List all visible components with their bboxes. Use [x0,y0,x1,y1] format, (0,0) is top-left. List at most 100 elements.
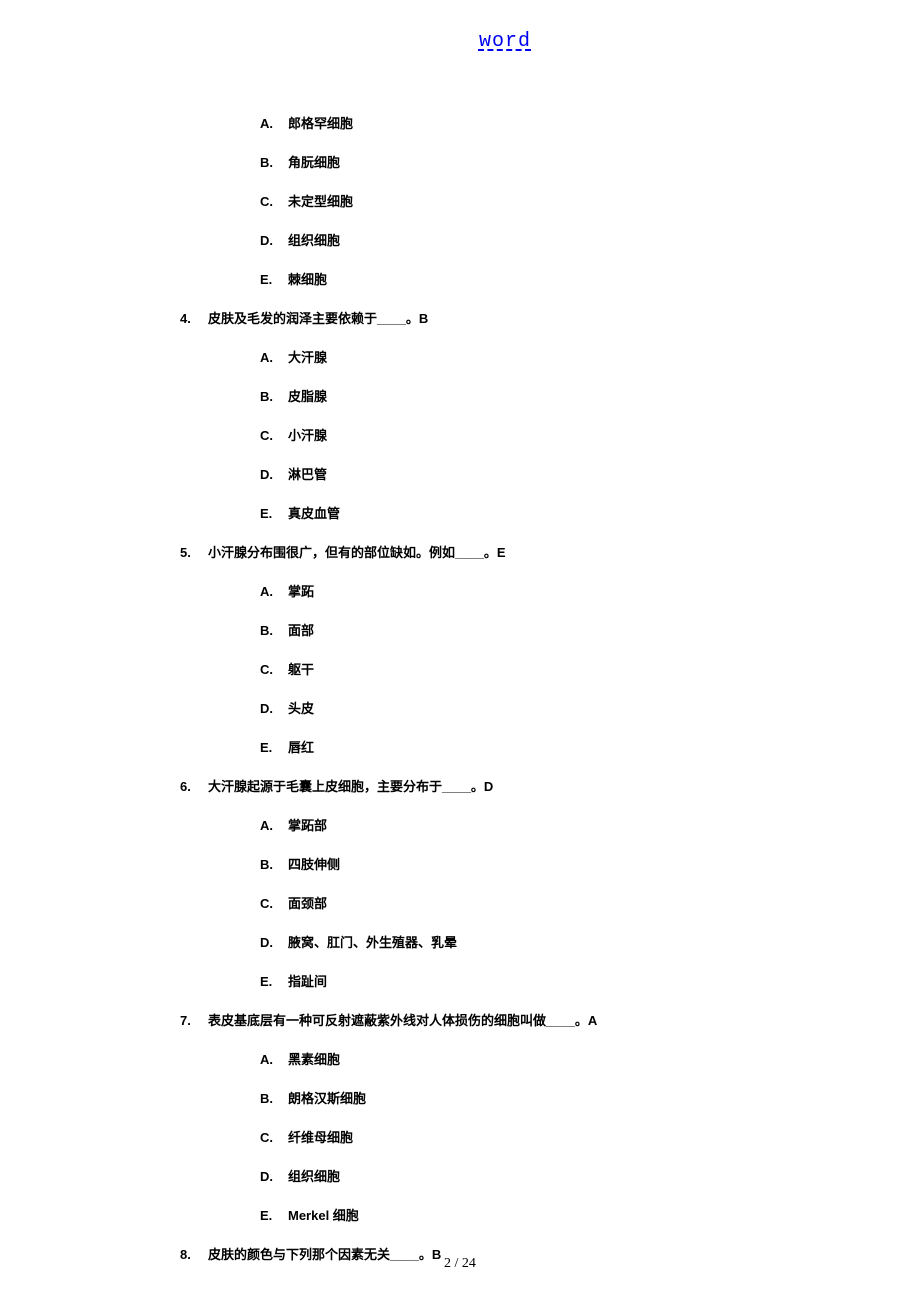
option-letter: C. [260,428,288,443]
option-letter: B. [260,1091,288,1106]
option-e: E.唇红 [260,737,830,756]
option-d: D.组织细胞 [260,230,830,249]
option-b: B.四肢伸侧 [260,854,830,873]
option-text: 头皮 [288,701,314,716]
option-letter: D. [260,935,288,950]
option-letter: B. [260,623,288,638]
question-answer: B [419,311,428,326]
option-text: 角朊细胞 [288,155,340,170]
option-letter: E. [260,1208,288,1223]
option-text: 郎格罕细胞 [288,116,353,131]
option-text: 真皮血管 [288,506,340,521]
option-letter: A. [260,350,288,365]
question-number: 4. [180,311,208,326]
option-letter: A. [260,818,288,833]
q7-options: A.黑素细胞 B.朗格汉斯细胞 C.纤维母细胞 D.组织细胞 E.Merkel … [260,1049,830,1224]
option-text: 四肢伸侧 [288,857,340,872]
question-4: 4.皮肤及毛发的润泽主要依赖于____。B [180,308,830,327]
q6-options: A.掌跖部 B.四肢伸侧 C.面颈部 D.腋窝、肛门、外生殖器、乳晕 E.指趾间 [260,815,830,990]
option-text: 组织细胞 [288,233,340,248]
option-text: 躯干 [288,662,314,677]
question-5: 5.小汗腺分布围很广，但有的部位缺如。例如____。E [180,542,830,561]
option-letter: E. [260,506,288,521]
option-b: B.面部 [260,620,830,639]
option-a: A.大汗腺 [260,347,830,366]
question-text: 小汗腺分布围很广，但有的部位缺如。例如____。 [208,545,497,560]
option-letter: D. [260,467,288,482]
question-text: 表皮基底层有一种可反射遮蔽紫外线对人体损伤的细胞叫做____。 [208,1013,588,1028]
option-text: 指趾间 [288,974,327,989]
question-text: 大汗腺起源于毛囊上皮细胞，主要分布于____。 [208,779,484,794]
document-page: word A.郎格罕细胞 B.角朊细胞 C.未定型细胞 D.组织细胞 E.棘细胞… [0,0,920,1263]
option-text: 掌跖 [288,584,314,599]
option-d: D.淋巴管 [260,464,830,483]
question-number: 6. [180,779,208,794]
option-b: B.朗格汉斯细胞 [260,1088,830,1107]
question-7: 7.表皮基底层有一种可反射遮蔽紫外线对人体损伤的细胞叫做____。A [180,1010,830,1029]
option-e: E.指趾间 [260,971,830,990]
option-text: 未定型细胞 [288,194,353,209]
option-letter: A. [260,1052,288,1067]
option-text: 腋窝、肛门、外生殖器、乳晕 [288,935,457,950]
option-letter: B. [260,155,288,170]
option-text: 纤维母细胞 [288,1130,353,1145]
option-c: C.纤维母细胞 [260,1127,830,1146]
option-text: 小汗腺 [288,428,327,443]
option-letter: B. [260,389,288,404]
option-c: C.躯干 [260,659,830,678]
question-text: 皮肤及毛发的润泽主要依赖于____。 [208,311,419,326]
option-a: A.掌跖 [260,581,830,600]
option-e: E.棘细胞 [260,269,830,288]
option-text: 唇红 [288,740,314,755]
option-letter: E. [260,974,288,989]
option-letter: C. [260,1130,288,1145]
option-letter: C. [260,194,288,209]
option-a: A.掌跖部 [260,815,830,834]
q4-options: A.大汗腺 B.皮脂腺 C.小汗腺 D.淋巴管 E.真皮血管 [260,347,830,522]
q5-options: A.掌跖 B.面部 C.躯干 D.头皮 E.唇红 [260,581,830,756]
option-letter: C. [260,896,288,911]
option-text: 掌跖部 [288,818,327,833]
option-text: 朗格汉斯细胞 [288,1091,366,1106]
question-number: 5. [180,545,208,560]
question-number: 7. [180,1013,208,1028]
option-text: 面部 [288,623,314,638]
option-text: 大汗腺 [288,350,327,365]
option-c: C.面颈部 [260,893,830,912]
option-letter: C. [260,662,288,677]
question-answer: E [497,545,506,560]
question-answer: D [484,779,493,794]
page-footer: 2 / 24 [0,1256,920,1272]
option-b: B.角朊细胞 [260,152,830,171]
option-letter: B. [260,857,288,872]
option-letter: A. [260,584,288,599]
option-e: E.Merkel 细胞 [260,1205,830,1224]
option-d: D.腋窝、肛门、外生殖器、乳晕 [260,932,830,951]
option-d: D.头皮 [260,698,830,717]
option-text: 组织细胞 [288,1169,340,1184]
option-c: C.未定型细胞 [260,191,830,210]
option-letter: D. [260,233,288,248]
option-text: 淋巴管 [288,467,327,482]
option-text: 皮脂腺 [288,389,327,404]
q3-options: A.郎格罕细胞 B.角朊细胞 C.未定型细胞 D.组织细胞 E.棘细胞 [260,113,830,288]
option-text: 棘细胞 [288,272,327,287]
option-letter: D. [260,701,288,716]
option-d: D.组织细胞 [260,1166,830,1185]
option-b: B.皮脂腺 [260,386,830,405]
option-text: 面颈部 [288,896,327,911]
page-number: 2 / 24 [444,1256,476,1271]
header-word-link[interactable]: word [180,30,830,53]
option-letter: A. [260,116,288,131]
option-letter: E. [260,272,288,287]
option-letter: E. [260,740,288,755]
question-answer: A [588,1013,597,1028]
option-letter: D. [260,1169,288,1184]
question-6: 6.大汗腺起源于毛囊上皮细胞，主要分布于____。D [180,776,830,795]
option-c: C.小汗腺 [260,425,830,444]
option-text: 黑素细胞 [288,1052,340,1067]
option-a: A.黑素细胞 [260,1049,830,1068]
option-text: Merkel 细胞 [288,1208,359,1223]
option-e: E.真皮血管 [260,503,830,522]
option-a: A.郎格罕细胞 [260,113,830,132]
